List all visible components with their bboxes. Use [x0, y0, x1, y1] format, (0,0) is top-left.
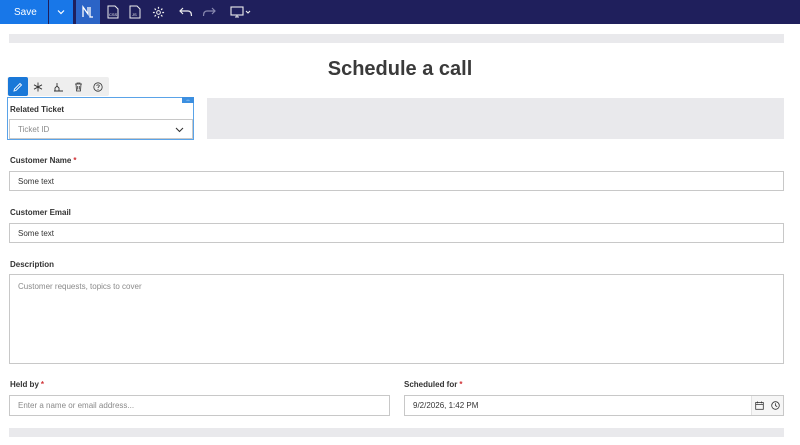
datetime-picker-buttons — [751, 396, 783, 415]
scheduled-for-label: Scheduled for * — [404, 380, 463, 389]
help-icon — [93, 81, 103, 92]
top-band — [9, 34, 784, 43]
device-preview-icon — [230, 6, 251, 18]
scheduled-for-value: 9/2/2026, 1:42 PM — [413, 401, 479, 410]
clock-icon[interactable] — [771, 401, 780, 410]
trash-icon — [74, 82, 82, 91]
css-file-icon: CSS — [107, 5, 119, 19]
chevron-down-icon — [175, 127, 184, 133]
svg-text:CSS: CSS — [109, 12, 118, 17]
required-marker: * — [73, 156, 77, 165]
settings-gear-icon — [152, 6, 164, 18]
svg-text:JS: JS — [132, 12, 137, 17]
required-marker: * — [40, 380, 45, 389]
chevron-down-icon — [57, 10, 65, 15]
held-by-label: Held by * — [10, 380, 45, 389]
save-button-label: Save — [14, 6, 37, 18]
asterisk-icon — [33, 82, 43, 91]
related-ticket-label: Related Ticket — [10, 105, 65, 114]
help-button[interactable] — [88, 77, 108, 96]
undo-icon — [179, 7, 193, 17]
empty-placeholder-block — [207, 98, 784, 139]
required-marker: * — [459, 380, 463, 389]
scheduled-for-datetime-input[interactable]: 9/2/2026, 1:42 PM — [404, 395, 784, 416]
style-button[interactable] — [48, 77, 68, 96]
description-textarea[interactable]: Customer requests, topics to cover — [9, 274, 784, 364]
redo-icon — [202, 7, 216, 17]
related-ticket-placeholder: Ticket ID — [18, 124, 50, 134]
customer-name-value: Some text — [18, 176, 55, 186]
customer-name-label: Customer Name * — [10, 156, 77, 165]
description-placeholder: Customer requests, topics to cover — [18, 282, 142, 291]
customer-email-value: Some text — [18, 228, 55, 238]
js-editor-button[interactable]: JS — [123, 0, 147, 24]
held-by-placeholder: Enter a name or email address... — [18, 401, 135, 410]
settings-button[interactable] — [146, 0, 170, 24]
component-toolbar — [7, 77, 109, 96]
save-button[interactable]: Save — [0, 0, 48, 24]
pencil-icon — [13, 82, 23, 92]
bottom-band — [9, 428, 784, 437]
customer-name-input[interactable]: Some text — [9, 171, 784, 191]
required-toggle-button[interactable] — [28, 77, 48, 96]
page-title: Schedule a call — [327, 58, 473, 80]
description-label: Description — [10, 260, 55, 269]
delete-component-button[interactable] — [68, 77, 88, 96]
js-file-icon: JS — [129, 5, 141, 19]
form-builder-button[interactable] — [76, 0, 100, 24]
edit-component-button[interactable] — [8, 77, 28, 96]
save-dropdown-button[interactable] — [49, 0, 73, 24]
redo-button[interactable] — [197, 0, 221, 24]
device-preview-button[interactable] — [226, 0, 256, 24]
customer-email-label: Customer Email — [10, 208, 71, 217]
customer-email-input[interactable]: Some text — [9, 223, 784, 243]
top-toolbar: Save CSS JS — [0, 0, 800, 24]
resize-handle[interactable]: ↔ — [182, 97, 194, 103]
undo-button[interactable] — [174, 0, 198, 24]
calendar-icon[interactable] — [755, 401, 764, 410]
related-ticket-select[interactable]: Ticket ID — [9, 119, 193, 139]
held-by-people-picker[interactable]: Enter a name or email address... — [9, 395, 390, 416]
brush-icon — [53, 82, 63, 91]
css-editor-button[interactable]: CSS — [101, 0, 125, 24]
form-icon — [82, 5, 93, 18]
